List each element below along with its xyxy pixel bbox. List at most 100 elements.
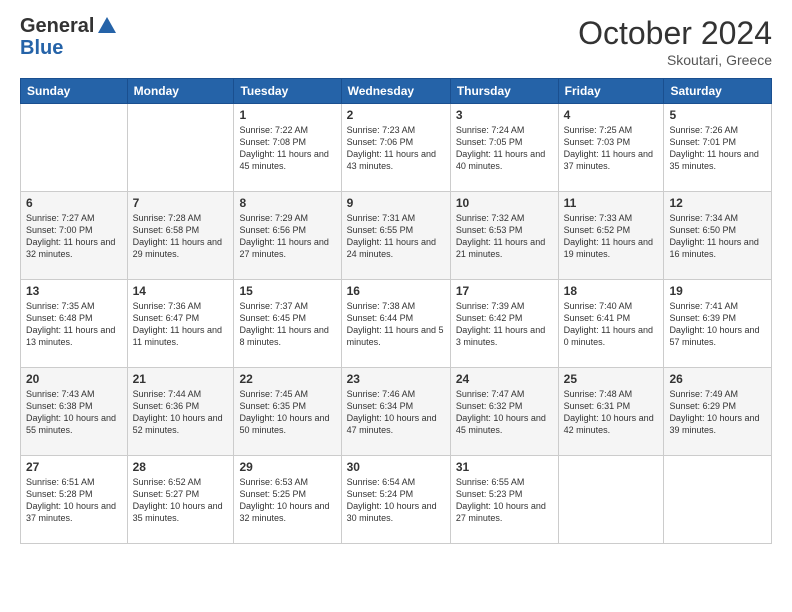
day-number: 8 xyxy=(239,196,335,210)
logo-text: General xyxy=(20,15,94,37)
calendar-cell: 31Sunrise: 6:55 AMSunset: 5:23 PMDayligh… xyxy=(450,456,558,544)
weekday-header: Monday xyxy=(127,79,234,104)
day-number: 7 xyxy=(133,196,229,210)
day-number: 6 xyxy=(26,196,122,210)
calendar-cell: 30 Sunrise: 6:54 AMSunset: 5:24 PMDayligh… xyxy=(341,456,450,544)
cell-content: Sunrise: 7:41 AMSunset: 6:39 PMDaylight:… xyxy=(669,300,766,349)
day-number: 24 xyxy=(456,372,553,386)
day-number: 28 xyxy=(133,460,229,474)
cell-content: Sunrise: 7:47 AMSunset: 6:32 PMDaylight:… xyxy=(456,388,553,437)
day-number: 30 xyxy=(347,460,445,474)
calendar-cell: 13 Sunrise: 7:35 AMSunset: 6:48 PMDayligh… xyxy=(21,280,128,368)
day-number: 22 xyxy=(239,372,335,386)
cell-content: Sunrise: 7:43 AMSunset: 6:38 PMDaylight:… xyxy=(26,388,122,437)
header: General Blue October 2024 Skoutari, Gree… xyxy=(20,15,772,68)
day-number: 29 xyxy=(239,460,335,474)
cell-content: Sunrise: 6:55 AMSunset: 5:23 PMDaylight:… xyxy=(456,476,553,525)
day-number: 17 xyxy=(456,284,553,298)
calendar-cell: 7 Sunrise: 7:28 AMSunset: 6:58 PMDaylight… xyxy=(127,192,234,280)
calendar-cell: 18 Sunrise: 7:40 AMSunset: 6:41 PMDayligh… xyxy=(558,280,664,368)
cell-content: Sunrise: 7:34 AMSunset: 6:50 PMDaylight:… xyxy=(669,212,766,261)
calendar-cell: 5 Sunrise: 7:26 AMSunset: 7:01 PMDaylight… xyxy=(664,104,772,192)
location: Skoutari, Greece xyxy=(578,52,772,68)
day-number: 9 xyxy=(347,196,445,210)
calendar-week-row: 27Sunrise: 6:51 AMSunset: 5:28 PMDayligh… xyxy=(21,456,772,544)
calendar-week-row: 6 Sunrise: 7:27 AMSunset: 7:00 PMDaylight… xyxy=(21,192,772,280)
calendar-cell: 27Sunrise: 6:51 AMSunset: 5:28 PMDayligh… xyxy=(21,456,128,544)
calendar-cell: 1 Sunrise: 7:22 AMSunset: 7:08 PMDaylight… xyxy=(234,104,341,192)
cell-content: Sunrise: 6:54 AMSunset: 5:24 PMDaylight:… xyxy=(347,476,445,525)
cell-content: Sunrise: 7:40 AMSunset: 6:41 PMDaylight:… xyxy=(564,300,659,349)
day-number: 13 xyxy=(26,284,122,298)
calendar-week-row: 1 Sunrise: 7:22 AMSunset: 7:08 PMDaylight… xyxy=(21,104,772,192)
weekday-header: Saturday xyxy=(664,79,772,104)
cell-content: Sunrise: 6:53 AMSunset: 5:25 PMDaylight:… xyxy=(239,476,335,525)
calendar-cell: 12 Sunrise: 7:34 AMSunset: 6:50 PMDayligh… xyxy=(664,192,772,280)
cell-content: Sunrise: 7:27 AMSunset: 7:00 PMDaylight:… xyxy=(26,212,122,261)
calendar-cell: 17 Sunrise: 7:39 AMSunset: 6:42 PMDayligh… xyxy=(450,280,558,368)
cell-content: Sunrise: 7:46 AMSunset: 6:34 PMDaylight:… xyxy=(347,388,445,437)
day-number: 12 xyxy=(669,196,766,210)
cell-content: Sunrise: 7:38 AMSunset: 6:44 PMDaylight:… xyxy=(347,300,445,349)
day-number: 1 xyxy=(239,108,335,122)
calendar-cell: 4 Sunrise: 7:25 AMSunset: 7:03 PMDaylight… xyxy=(558,104,664,192)
cell-content: Sunrise: 7:33 AMSunset: 6:52 PMDaylight:… xyxy=(564,212,659,261)
weekday-header: Tuesday xyxy=(234,79,341,104)
cell-content: Sunrise: 7:37 AMSunset: 6:45 PMDaylight:… xyxy=(239,300,335,349)
day-number: 3 xyxy=(456,108,553,122)
logo-blue: Blue xyxy=(20,37,118,59)
day-number: 11 xyxy=(564,196,659,210)
day-number: 27 xyxy=(26,460,122,474)
day-number: 16 xyxy=(347,284,445,298)
cell-content: Sunrise: 7:31 AMSunset: 6:55 PMDaylight:… xyxy=(347,212,445,261)
calendar-cell: 22 Sunrise: 7:45 AMSunset: 6:35 PMDayligh… xyxy=(234,368,341,456)
weekday-header: Sunday xyxy=(21,79,128,104)
calendar-cell: 28 Sunrise: 6:52 AMSunset: 5:27 PMDayligh… xyxy=(127,456,234,544)
day-number: 10 xyxy=(456,196,553,210)
cell-content: Sunrise: 7:22 AMSunset: 7:08 PMDaylight:… xyxy=(239,124,335,173)
calendar-cell: 8Sunrise: 7:29 AMSunset: 6:56 PMDaylight… xyxy=(234,192,341,280)
calendar-cell: 15 Sunrise: 7:37 AMSunset: 6:45 PMDayligh… xyxy=(234,280,341,368)
calendar-cell: 11 Sunrise: 7:33 AMSunset: 6:52 PMDayligh… xyxy=(558,192,664,280)
calendar-cell: 29 Sunrise: 6:53 AMSunset: 5:25 PMDayligh… xyxy=(234,456,341,544)
day-number: 20 xyxy=(26,372,122,386)
calendar-week-row: 20 Sunrise: 7:43 AMSunset: 6:38 PMDayligh… xyxy=(21,368,772,456)
month-title: October 2024 xyxy=(578,15,772,52)
weekday-header: Thursday xyxy=(450,79,558,104)
calendar-cell: 20 Sunrise: 7:43 AMSunset: 6:38 PMDayligh… xyxy=(21,368,128,456)
title-area: October 2024 Skoutari, Greece xyxy=(578,15,772,68)
cell-content: Sunrise: 7:44 AMSunset: 6:36 PMDaylight:… xyxy=(133,388,229,437)
calendar-week-row: 13 Sunrise: 7:35 AMSunset: 6:48 PMDayligh… xyxy=(21,280,772,368)
cell-content: Sunrise: 7:39 AMSunset: 6:42 PMDaylight:… xyxy=(456,300,553,349)
day-number: 5 xyxy=(669,108,766,122)
cell-content: Sunrise: 7:26 AMSunset: 7:01 PMDaylight:… xyxy=(669,124,766,173)
cell-content: Sunrise: 7:35 AMSunset: 6:48 PMDaylight:… xyxy=(26,300,122,349)
calendar-cell: 16 Sunrise: 7:38 AMSunset: 6:44 PMDayligh… xyxy=(341,280,450,368)
cell-content: Sunrise: 7:48 AMSunset: 6:31 PMDaylight:… xyxy=(564,388,659,437)
day-number: 18 xyxy=(564,284,659,298)
calendar-cell: 24 Sunrise: 7:47 AMSunset: 6:32 PMDayligh… xyxy=(450,368,558,456)
cell-content: Sunrise: 6:52 AMSunset: 5:27 PMDaylight:… xyxy=(133,476,229,525)
calendar-cell: 14Sunrise: 7:36 AMSunset: 6:47 PMDayligh… xyxy=(127,280,234,368)
day-number: 15 xyxy=(239,284,335,298)
calendar-cell xyxy=(21,104,128,192)
calendar-cell: 3Sunrise: 7:24 AMSunset: 7:05 PMDaylight… xyxy=(450,104,558,192)
cell-content: Sunrise: 7:45 AMSunset: 6:35 PMDaylight:… xyxy=(239,388,335,437)
weekday-header: Wednesday xyxy=(341,79,450,104)
calendar-cell: 6 Sunrise: 7:27 AMSunset: 7:00 PMDaylight… xyxy=(21,192,128,280)
day-number: 4 xyxy=(564,108,659,122)
weekday-header: Friday xyxy=(558,79,664,104)
cell-content: Sunrise: 7:25 AMSunset: 7:03 PMDaylight:… xyxy=(564,124,659,173)
day-number: 19 xyxy=(669,284,766,298)
day-number: 23 xyxy=(347,372,445,386)
calendar-cell: 19 Sunrise: 7:41 AMSunset: 6:39 PMDayligh… xyxy=(664,280,772,368)
cell-content: Sunrise: 7:36 AMSunset: 6:47 PMDaylight:… xyxy=(133,300,229,349)
day-number: 25 xyxy=(564,372,659,386)
cell-content: Sunrise: 7:28 AMSunset: 6:58 PMDaylight:… xyxy=(133,212,229,261)
calendar-cell: 2Sunrise: 7:23 AMSunset: 7:06 PMDaylight… xyxy=(341,104,450,192)
calendar-cell xyxy=(664,456,772,544)
day-number: 21 xyxy=(133,372,229,386)
calendar-cell xyxy=(558,456,664,544)
day-number: 26 xyxy=(669,372,766,386)
calendar-cell: 25 Sunrise: 7:48 AMSunset: 6:31 PMDayligh… xyxy=(558,368,664,456)
